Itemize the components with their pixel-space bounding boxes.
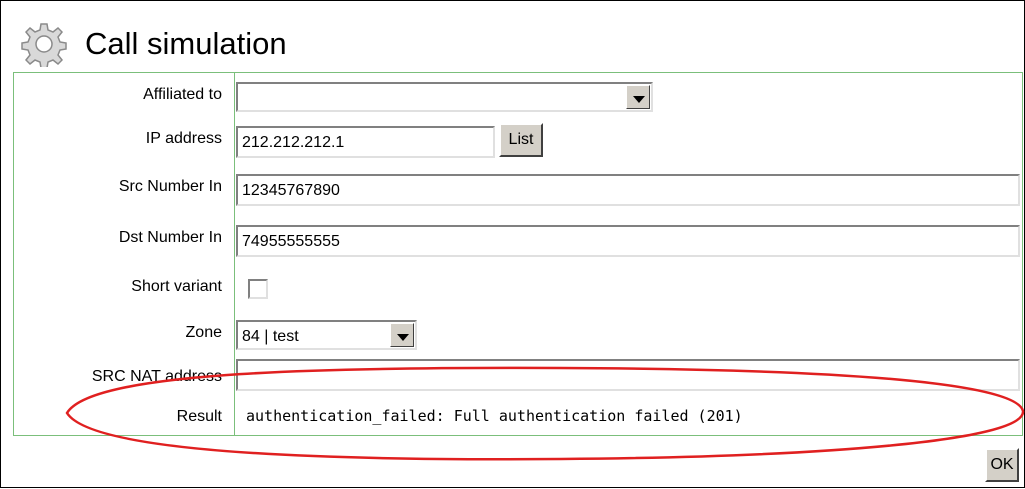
row-short-variant: Short variant xyxy=(14,269,1022,305)
src-number-in-input[interactable]: 12345767890 xyxy=(236,174,1020,206)
ip-address-label: IP address xyxy=(145,130,222,147)
ok-button[interactable]: OK xyxy=(985,448,1019,482)
affiliated-to-label: Affiliated to xyxy=(143,86,222,103)
short-variant-label: Short variant xyxy=(131,278,222,295)
chevron-down-icon[interactable] xyxy=(626,85,650,109)
gear-icon xyxy=(21,23,67,67)
page-title: Call simulation xyxy=(85,26,287,61)
zone-label: Zone xyxy=(185,324,222,341)
src-number-in-value: 12345767890 xyxy=(242,182,340,199)
row-ip-address: IP address 212.212.212.1 List xyxy=(14,121,1022,158)
zone-value: 84 | test xyxy=(242,328,299,345)
dst-number-in-input[interactable]: 74955555555 xyxy=(236,225,1020,257)
src-number-in-label: Src Number In xyxy=(118,178,222,195)
src-nat-address-input[interactable] xyxy=(236,359,1020,391)
src-nat-address-label: SRC NAT address xyxy=(91,368,222,385)
list-button[interactable]: List xyxy=(499,123,543,157)
result-value: authentication_failed: Full authenticati… xyxy=(246,407,743,425)
row-dst-number-in: Dst Number In 74955555555 xyxy=(14,220,1022,257)
dst-number-in-label: Dst Number In xyxy=(118,229,222,246)
row-result: Result authentication_failed: Full authe… xyxy=(14,399,1022,435)
affiliated-to-select[interactable] xyxy=(236,82,653,112)
row-affiliated-to: Affiliated to xyxy=(14,77,1022,113)
dst-number-in-value: 74955555555 xyxy=(242,233,340,250)
result-label: Result xyxy=(176,408,222,425)
row-src-nat-address: SRC NAT address xyxy=(14,359,1022,395)
zone-select[interactable]: 84 | test xyxy=(236,320,417,350)
call-simulation-form: Affiliated to IP address 212.212.212.1 L… xyxy=(13,72,1023,436)
row-zone: Zone 84 | test xyxy=(14,315,1022,351)
row-src-number-in: Src Number In 12345767890 xyxy=(14,169,1022,206)
call-simulation-dialog: Call simulation Affiliated to IP address… xyxy=(0,0,1025,488)
ip-address-value: 212.212.212.1 xyxy=(242,134,345,151)
title-bar: Call simulation xyxy=(21,19,287,69)
chevron-down-icon[interactable] xyxy=(390,323,414,347)
short-variant-checkbox[interactable] xyxy=(248,279,268,299)
ip-address-input[interactable]: 212.212.212.1 xyxy=(236,126,495,158)
